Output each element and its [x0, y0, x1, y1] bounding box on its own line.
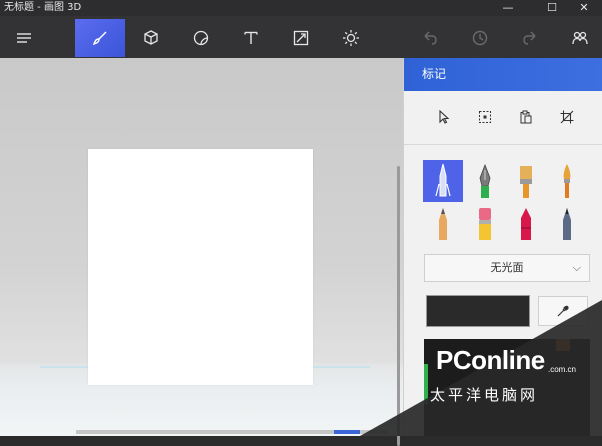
paint3d-window: 无标题 - 画图 3D — ☐ ✕ 标记 无光面 ⌵ PConline .com… — [0, 0, 602, 446]
chevron-down-icon: ⌵ — [572, 261, 581, 274]
community-button[interactable] — [556, 20, 602, 56]
brush-marker[interactable] — [423, 160, 463, 202]
3d-shapes-icon — [144, 30, 158, 45]
oil-brush-icon — [520, 166, 532, 198]
brushes-icon — [92, 31, 107, 46]
window-title: 无标题 - 画图 3D — [4, 2, 82, 13]
pixel-pen-icon — [563, 208, 571, 240]
horizontal-scrollbar[interactable] — [76, 430, 388, 434]
finish-dropdown[interactable]: 无光面 ⌵ — [424, 254, 590, 282]
marker-icon — [435, 163, 451, 197]
brush-crayon[interactable] — [506, 202, 546, 244]
title-bar: 无标题 - 画图 3D — ☐ ✕ — [0, 0, 602, 16]
select-tool[interactable] — [475, 107, 495, 127]
eraser-icon — [479, 208, 491, 240]
paste-tool[interactable] — [516, 107, 536, 127]
main-toolbar — [0, 16, 602, 58]
brush-pixel-pen[interactable] — [547, 202, 587, 244]
calligraphy-pen-icon — [479, 163, 491, 198]
pointer-icon — [439, 110, 450, 124]
text-tab[interactable] — [227, 20, 275, 56]
menu-icon — [17, 33, 31, 43]
canvas-workspace[interactable] — [0, 58, 403, 446]
brush-pencil[interactable] — [423, 202, 463, 244]
brushes-tab[interactable] — [75, 19, 125, 57]
crop-tool[interactable] — [557, 107, 577, 127]
stickers-icon — [193, 30, 209, 46]
redo-icon — [523, 31, 536, 45]
brush-eraser[interactable] — [465, 202, 505, 244]
history-button[interactable] — [456, 20, 504, 56]
undo-button[interactable] — [406, 20, 454, 56]
selection-tools — [404, 103, 602, 131]
finish-dropdown-value: 无光面 — [490, 261, 524, 274]
minimize-button[interactable]: — — [490, 0, 526, 16]
crop-icon — [560, 110, 574, 124]
panel-title: 标记 — [404, 58, 602, 91]
watermark-domain: .com.cn — [548, 365, 577, 374]
redo-button[interactable] — [506, 20, 554, 56]
undo-icon — [424, 31, 437, 45]
crayon-icon — [521, 208, 531, 240]
pencil-icon — [439, 208, 447, 240]
paste-icon — [520, 110, 532, 124]
close-button[interactable]: ✕ — [566, 0, 602, 16]
brush-oil[interactable] — [506, 160, 546, 202]
canvas-icon — [293, 30, 309, 46]
watermark-brand: PConline — [436, 345, 545, 375]
brush-calligraphy-pen[interactable] — [465, 160, 505, 202]
horizontal-scroll-thumb[interactable] — [334, 430, 360, 434]
watercolor-icon — [563, 164, 571, 198]
panel-divider — [404, 144, 602, 145]
canvas-tab[interactable] — [277, 20, 325, 56]
text-icon — [244, 31, 258, 44]
watermark-cn: 太平洋电脑网 — [430, 386, 539, 404]
effects-tab[interactable] — [327, 20, 375, 56]
drawing-canvas[interactable] — [88, 149, 313, 385]
history-icon — [472, 30, 488, 46]
stickers-tab[interactable] — [177, 20, 225, 56]
3d-shapes-tab[interactable] — [127, 20, 175, 56]
effects-icon — [343, 30, 359, 46]
menu-button[interactable] — [0, 20, 48, 56]
brush-watercolor[interactable] — [547, 160, 587, 202]
pointer-tool[interactable] — [434, 107, 454, 127]
maximize-button[interactable]: ☐ — [534, 0, 570, 16]
select-icon — [479, 111, 491, 123]
community-icon — [572, 31, 588, 45]
